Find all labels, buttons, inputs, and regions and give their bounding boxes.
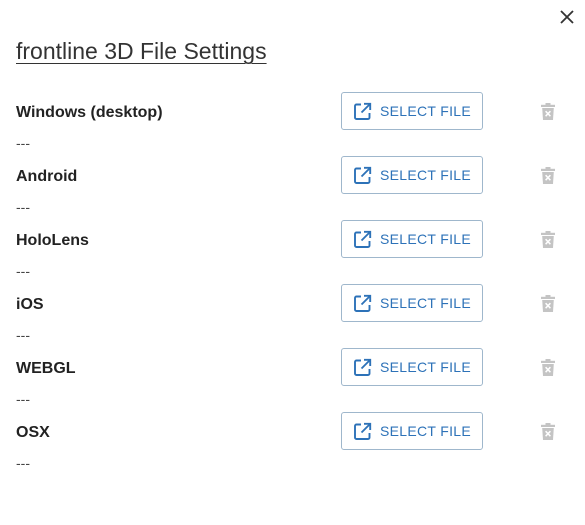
platform-row: WEBGL --- SELECT FILE <box>0 348 585 412</box>
select-file-button[interactable]: SELECT FILE <box>341 220 483 258</box>
select-file-button[interactable]: SELECT FILE <box>341 156 483 194</box>
select-file-label: SELECT FILE <box>380 423 471 439</box>
select-file-button[interactable]: SELECT FILE <box>341 284 483 322</box>
delete-button[interactable] <box>538 293 558 313</box>
platform-name: Windows (desktop) <box>16 104 163 121</box>
trash-icon <box>541 422 555 440</box>
platform-name: Android <box>16 168 78 185</box>
delete-button[interactable] <box>538 357 558 377</box>
external-link-icon <box>353 102 372 121</box>
file-value: --- <box>16 391 30 407</box>
trash-icon <box>541 166 555 184</box>
file-value: --- <box>16 263 30 279</box>
select-file-button[interactable]: SELECT FILE <box>341 412 483 450</box>
trash-icon <box>541 230 555 248</box>
platform-row: HoloLens --- SELECT FILE <box>0 220 585 284</box>
file-value: --- <box>16 135 30 151</box>
platform-name: iOS <box>16 296 44 313</box>
external-link-icon <box>353 422 372 441</box>
trash-icon <box>541 358 555 376</box>
file-value: --- <box>16 455 30 471</box>
select-file-label: SELECT FILE <box>380 359 471 375</box>
select-file-label: SELECT FILE <box>380 231 471 247</box>
trash-icon <box>541 102 555 120</box>
select-file-button[interactable]: SELECT FILE <box>341 348 483 386</box>
delete-button[interactable] <box>538 101 558 121</box>
platform-row: OSX --- SELECT FILE <box>0 412 585 476</box>
platform-name: HoloLens <box>16 232 89 249</box>
select-file-label: SELECT FILE <box>380 103 471 119</box>
external-link-icon <box>353 230 372 249</box>
platform-name: OSX <box>16 424 50 441</box>
select-file-label: SELECT FILE <box>380 167 471 183</box>
delete-button[interactable] <box>538 165 558 185</box>
close-icon <box>560 10 574 24</box>
delete-button[interactable] <box>538 229 558 249</box>
select-file-label: SELECT FILE <box>380 295 471 311</box>
external-link-icon <box>353 294 372 313</box>
select-file-button[interactable]: SELECT FILE <box>341 92 483 130</box>
platform-row: iOS --- SELECT FILE <box>0 284 585 348</box>
trash-icon <box>541 294 555 312</box>
dialog-title: frontline 3D File Settings <box>16 38 267 64</box>
platform-row: Windows (desktop) --- SELECT FILE <box>0 92 585 156</box>
delete-button[interactable] <box>538 421 558 441</box>
close-button[interactable] <box>556 6 578 28</box>
platform-row: Android --- SELECT FILE <box>0 156 585 220</box>
file-value: --- <box>16 199 30 215</box>
file-value: --- <box>16 327 30 343</box>
platform-name: WEBGL <box>16 360 76 377</box>
external-link-icon <box>353 358 372 377</box>
external-link-icon <box>353 166 372 185</box>
